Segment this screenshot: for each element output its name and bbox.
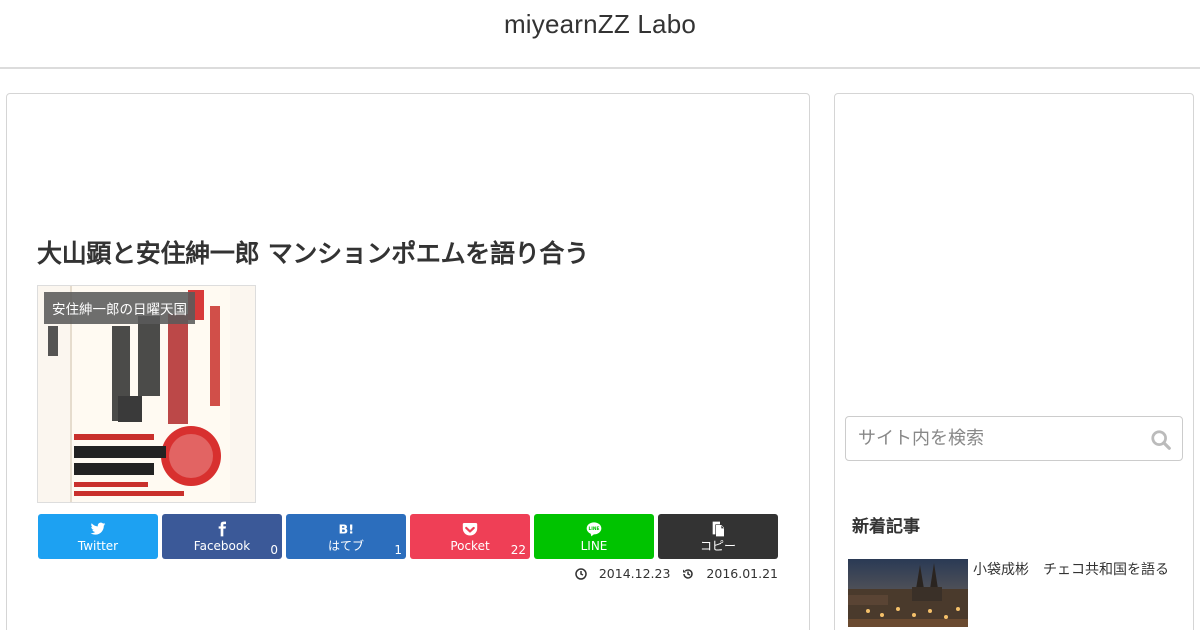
share-buttons: Twitter Facebook 0 B! はてブ 1 Pocket 22 LI… (38, 514, 780, 560)
hatena-icon: B! (339, 523, 355, 538)
search-input[interactable] (846, 417, 1136, 460)
new-entry-title: 小袋成彬 チェコ共和国を語る (973, 562, 1169, 578)
article-title: 大山顕と安住紳一郎 マンションポエムを語り合う (37, 239, 589, 268)
category-label[interactable]: 安住紳一郎の日曜天国 (44, 292, 195, 324)
svg-text:B!: B! (339, 523, 355, 538)
share-facebook-button[interactable]: Facebook 0 (162, 514, 282, 559)
updated-date-text: 2016.01.21 (706, 566, 778, 581)
share-hatena-button[interactable]: B! はてブ 1 (286, 514, 406, 559)
share-twitter-button[interactable]: Twitter (38, 514, 158, 559)
share-facebook-label: Facebook (193, 539, 251, 553)
share-pocket-count: 22 (510, 543, 526, 557)
eyecatch-image: 安住紳一郎の日曜天国 (37, 285, 256, 503)
facebook-icon (218, 521, 226, 537)
share-copy-label: コピー (699, 539, 736, 553)
copy-icon (712, 521, 724, 537)
line-icon: LINE (586, 522, 602, 537)
clock-icon (575, 567, 587, 580)
share-facebook-count: 0 (270, 543, 278, 557)
search-icon[interactable] (1150, 429, 1172, 451)
history-icon (683, 568, 694, 579)
published-date: 2014.12.23 (575, 566, 671, 581)
site-title-link[interactable]: miyearnZZ Labo (504, 9, 696, 40)
pocket-icon (462, 523, 478, 536)
share-twitter-label: Twitter (77, 539, 119, 553)
prague-night-thumbnail (848, 559, 968, 627)
published-date-text: 2014.12.23 (598, 566, 671, 581)
share-line-button[interactable]: LINE LINE (534, 514, 654, 559)
search-form (845, 416, 1183, 461)
share-hatena-count: 1 (394, 543, 402, 557)
sidebar: 新着記事 (834, 93, 1194, 630)
svg-text:LINE: LINE (589, 526, 600, 532)
share-copy-button[interactable]: コピー (658, 514, 778, 559)
share-line-label: LINE (580, 539, 608, 553)
share-hatena-label: はてブ (327, 539, 364, 553)
new-entry-card[interactable]: 小袋成彬 チェコ共和国を語る (848, 559, 1183, 629)
new-entry-thumbnail (848, 559, 968, 627)
share-pocket-button[interactable]: Pocket 22 (410, 514, 530, 559)
main-content: 大山顕と安住紳一郎 マンションポエムを語り合う 安住紳一郎の日曜天国 Twitt… (6, 93, 810, 630)
twitter-icon (90, 522, 106, 535)
site-header: miyearnZZ Labo (0, 0, 1200, 69)
article-dates: 2014.12.23 2016.01.21 (567, 566, 778, 583)
updated-date: 2016.01.21 (682, 566, 778, 581)
new-entries-title: 新着記事 (852, 517, 920, 537)
